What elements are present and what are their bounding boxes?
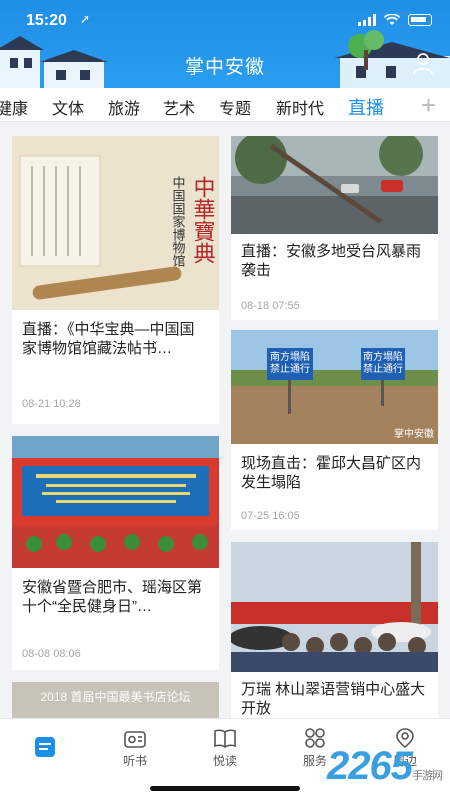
nav-home[interactable] <box>10 727 80 762</box>
card-time: 08-21 10:28 <box>22 398 81 410</box>
location-arrow-icon: ➚ <box>80 12 91 26</box>
road-sign-text: 南方塌陷 禁止通行 <box>270 352 310 375</box>
card-title: 万瑞 林山翠语营销中心盛大开放 <box>241 681 426 717</box>
news-card[interactable]: 安徽省暨合肥市、瑶海区第十个“全民健身日”… 08-08 08:06 <box>12 436 219 670</box>
tab-live[interactable]: 直播 <box>348 94 384 120</box>
news-card[interactable]: 中華寶典 中国国家博物馆 直播：《中华宝典—中国国家博物馆馆藏法帖书… 08-2… <box>12 136 219 424</box>
tab-topics[interactable]: 专题 <box>219 95 251 119</box>
grid-icon <box>305 728 325 748</box>
card-thumbnail: 中華寶典 中国国家博物馆 <box>12 136 219 310</box>
card-thumbnail: 2018 首届中国最美书店论坛 <box>12 682 219 718</box>
tab-art[interactable]: 艺术 <box>163 95 195 119</box>
news-card[interactable]: 2018 首届中国最美书店论坛 <box>12 682 219 718</box>
news-feed: 中華寶典 中国国家博物馆 直播：《中华宝典—中国国家博物馆馆藏法帖书… 08-2… <box>0 122 450 718</box>
tab-new-era[interactable]: 新时代 <box>276 95 324 119</box>
site-watermark: 2265手游网 <box>327 744 443 789</box>
signal-icon <box>358 14 376 26</box>
add-tab-icon[interactable]: + <box>421 90 436 121</box>
nav-read[interactable]: 悦读 <box>190 727 260 769</box>
news-card[interactable]: 万瑞 林山翠语营销中心盛大开放 <box>231 542 438 718</box>
status-time: 15:20 <box>26 12 67 29</box>
card-title: 直播：安徽多地受台风暴雨袭击 <box>241 243 422 279</box>
card-thumbnail <box>12 436 219 568</box>
card-thumbnail: 南方塌陷 禁止通行 南方塌陷 禁止通行 掌中安徽 <box>231 330 438 444</box>
app-title: 掌中安徽 <box>184 57 265 78</box>
card-time: 07-25 16:05 <box>241 510 300 522</box>
calligraphy-image: 中華寶典 中国国家博物馆 <box>12 136 219 310</box>
nav-label: 悦读 <box>212 754 237 768</box>
card-thumbnail <box>231 542 438 672</box>
book-icon <box>214 729 236 748</box>
tab-health[interactable]: 健康 <box>0 95 28 119</box>
app-header: 15:20 ➚ 掌中安徽 <box>0 0 450 88</box>
svg-text:中国国家博物馆: 中国国家博物馆 <box>170 176 186 267</box>
image-badge: 掌中安徽 <box>394 429 434 440</box>
image-calligraphy-title: 中華寶典 <box>190 176 216 264</box>
news-card[interactable]: 南方塌陷 禁止通行 南方塌陷 禁止通行 掌中安徽 现场直击：霍邱大昌矿区内发生塌… <box>231 330 438 530</box>
card-time: 08-08 08:06 <box>22 648 81 660</box>
card-title: 现场直击：霍邱大昌矿区内发生塌陷 <box>241 455 422 491</box>
home-icon <box>35 737 55 757</box>
watermark-text: 2265 <box>327 744 413 788</box>
tab-travel[interactable]: 旅游 <box>108 95 140 119</box>
nav-listen[interactable]: 听书 <box>100 727 170 769</box>
storm-street-image <box>231 136 438 234</box>
status-bar: 15:20 ➚ <box>0 0 450 44</box>
tab-culture-sports[interactable]: 文体 <box>52 95 84 119</box>
user-profile-icon[interactable] <box>412 52 434 76</box>
crowd-event-image <box>231 542 438 672</box>
card-time: 08-18 07:55 <box>241 300 300 312</box>
radio-icon <box>124 731 146 748</box>
nav-label: 听书 <box>122 754 147 768</box>
image-caption: 2018 首届中国最美书店论坛 <box>40 690 191 704</box>
event-stage-image <box>12 436 219 568</box>
battery-icon <box>408 14 432 26</box>
status-indicators <box>358 14 432 26</box>
category-tabs: 健康 文体 旅游 艺术 专题 新时代 直播 + <box>0 88 450 122</box>
news-card[interactable]: 直播：安徽多地受台风暴雨袭击 08-18 07:55 <box>231 136 438 320</box>
card-thumbnail <box>231 136 438 234</box>
home-indicator[interactable] <box>150 786 300 791</box>
card-title: 安徽省暨合肥市、瑶海区第十个“全民健身日”… <box>22 579 203 615</box>
road-sign-text: 南方塌陷 禁止通行 <box>363 352 403 375</box>
card-title: 直播：《中华宝典—中国国家博物馆馆藏法帖书… <box>22 321 195 357</box>
watermark-sub: 手游网 <box>412 770 443 782</box>
wifi-icon <box>384 14 400 25</box>
